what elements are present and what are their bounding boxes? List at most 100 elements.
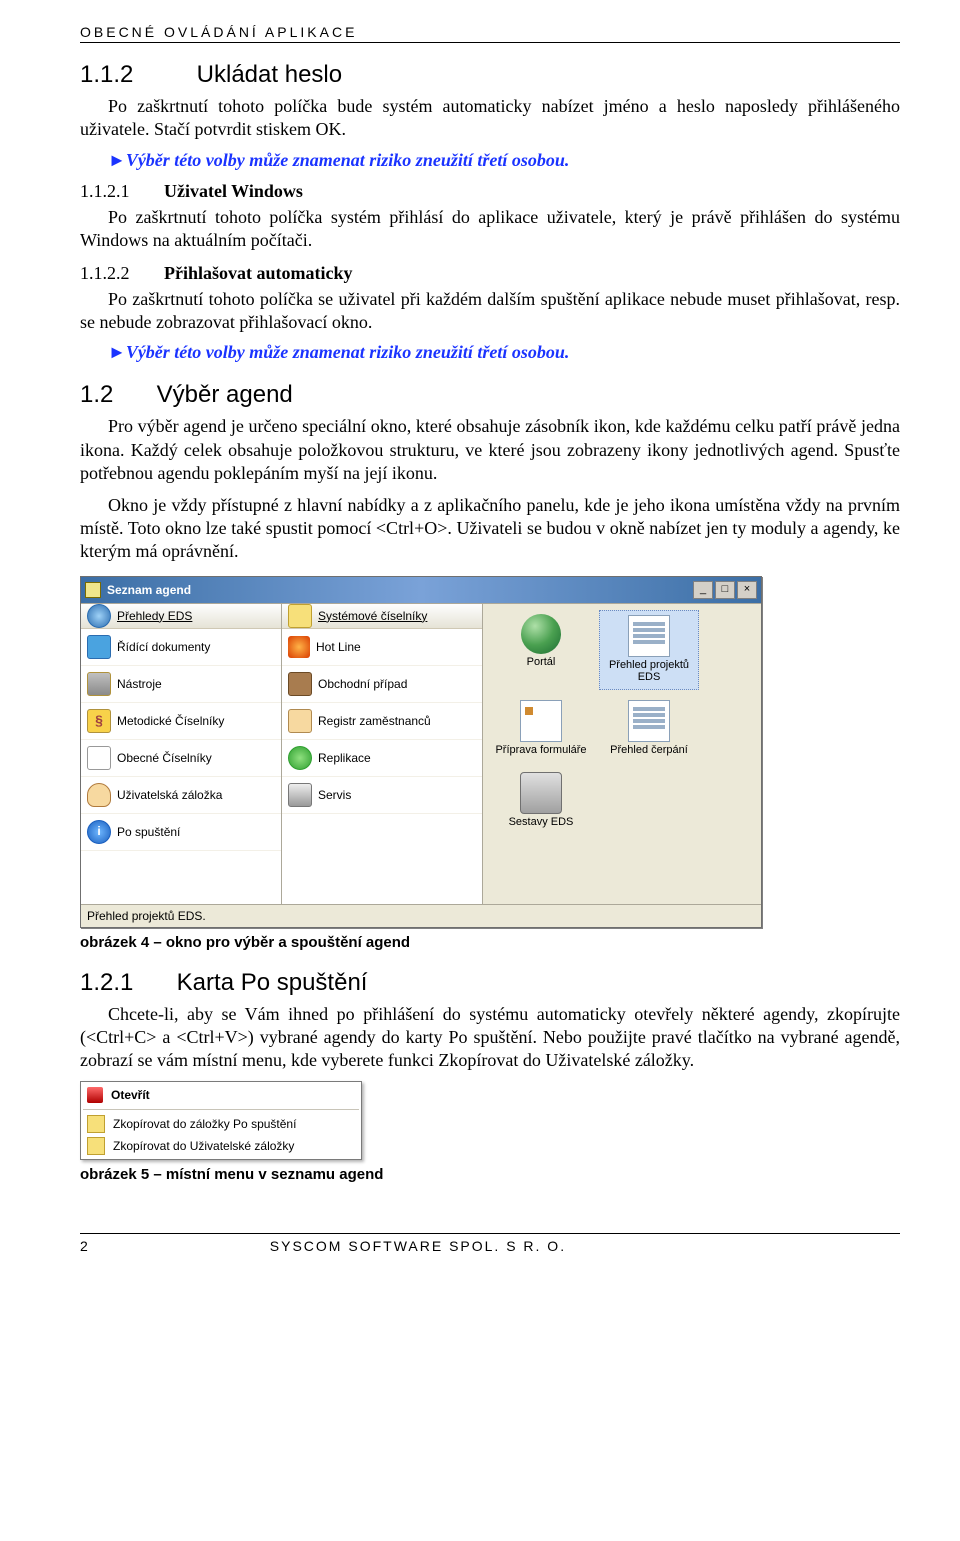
sync-icon — [288, 746, 312, 770]
menu-item-label: Zkopírovat do záložky Po spuštění — [113, 1117, 296, 1131]
heading-number: 1.1.2.2 — [80, 263, 160, 284]
figure-caption-5: obrázek 5 – místní menu v seznamu agend — [80, 1166, 900, 1183]
heading-number: 1.1.2.1 — [80, 181, 160, 202]
folder-icon — [87, 1115, 105, 1133]
wrench-icon — [288, 783, 312, 807]
people-icon — [288, 709, 312, 733]
menu-item-label: Zkopírovat do Uživatelské záložky — [113, 1139, 294, 1153]
list-item[interactable]: i Po spuštění — [81, 814, 281, 851]
figure-caption-4: obrázek 4 – okno pro výběr a spouštění a… — [80, 934, 900, 951]
app-icon — [85, 582, 101, 598]
page-footer: 2 SYSCOM SOFTWARE SPOL. S R. O. — [80, 1233, 900, 1254]
globe-icon — [521, 614, 561, 654]
warning-text: ►Výběr této volby může znamenat riziko z… — [80, 342, 900, 363]
footer-text: SYSCOM SOFTWARE SPOL. S R. O. — [270, 1238, 566, 1254]
tile-label: Sestavy EDS — [509, 816, 574, 828]
folder-icon — [288, 604, 312, 628]
heading-title: Uživatel Windows — [164, 181, 303, 201]
heading-title: Ukládat heslo — [197, 61, 342, 88]
heading-1-1-2-2: 1.1.2.2 Přihlašovat automaticky — [80, 263, 900, 284]
tile-label: Příprava formuláře — [495, 744, 586, 756]
agenda-tile-priprava-formulare[interactable]: Příprava formuláře — [491, 696, 591, 762]
paragraph: Chcete-li, aby se Vám ihned po přihlášen… — [80, 1003, 900, 1073]
list-item-label: Řídící dokumenty — [117, 640, 210, 654]
heading-number: 1.1.2 — [80, 61, 190, 89]
paragraph: Po zaškrtnutí tohoto políčka se uživatel… — [80, 288, 900, 335]
rings-icon — [87, 746, 111, 770]
paragraph: Okno je vždy přístupné z hlavní nabídky … — [80, 494, 900, 564]
heading-number: 1.2 — [80, 381, 150, 409]
list-item-label: Metodické Číselníky — [117, 714, 224, 728]
column-header[interactable]: Přehledy EDS — [81, 604, 281, 629]
agenda-tile-pane: Portál Přehled projektů EDS Příprava for… — [483, 604, 761, 904]
heading-1-1-2-1: 1.1.2.1 Uživatel Windows — [80, 181, 900, 202]
info-icon: i — [87, 820, 111, 844]
paragraph: Pro výběr agend je určeno speciální okno… — [80, 415, 900, 485]
list-item-label: Po spuštění — [117, 825, 180, 839]
globe-icon — [87, 604, 111, 628]
list-item[interactable]: Obchodní případ — [282, 666, 482, 703]
app-icon — [87, 1087, 103, 1103]
titlebar[interactable]: Seznam agend _ □ × — [81, 577, 761, 603]
list-item-label: Replikace — [318, 751, 371, 765]
list-item-label: Hot Line — [316, 640, 361, 654]
agenda-tile-prehled-cerpani[interactable]: Přehled čerpání — [599, 696, 699, 762]
menu-item-copy-uzivatelske[interactable]: Zkopírovat do Uživatelské záložky — [81, 1135, 361, 1157]
list-item-label: Registr zaměstnanců — [318, 714, 431, 728]
flame-icon — [288, 636, 310, 658]
column-modules-right: Systémové číselníky Hot Line Obchodní př… — [282, 604, 483, 904]
list-item[interactable]: Obecné Číselníky — [81, 740, 281, 777]
paragraph: Po zaškrtnutí tohoto políčka bude systém… — [80, 95, 900, 142]
menu-item-copy-po-spusteni[interactable]: Zkopírovat do záložky Po spuštění — [81, 1113, 361, 1135]
agenda-tile-sestavy[interactable]: Sestavy EDS — [491, 768, 591, 834]
heading-1-2: 1.2 Výběr agend — [80, 381, 900, 409]
sheet-icon — [628, 700, 670, 742]
list-item[interactable]: Replikace — [282, 740, 482, 777]
minimize-button[interactable]: _ — [693, 581, 713, 599]
context-menu: Otevřít Zkopírovat do záložky Po spuštěn… — [80, 1081, 362, 1160]
column-header-label: Přehledy EDS — [117, 609, 192, 623]
agenda-window: Seznam agend _ □ × Přehledy EDS Řídící d… — [80, 576, 762, 928]
list-item[interactable]: Řídící dokumenty — [81, 629, 281, 666]
list-item-label: Nástroje — [117, 677, 162, 691]
list-item[interactable]: Uživatelská záložka — [81, 777, 281, 814]
tile-label: Portál — [527, 656, 556, 668]
list-item[interactable]: Nástroje — [81, 666, 281, 703]
folder-icon — [87, 1137, 105, 1155]
column-header-label: Systémové číselníky — [318, 609, 427, 623]
book-icon — [87, 635, 111, 659]
paragraph: Po zaškrtnutí tohoto políčka systém přih… — [80, 206, 900, 253]
tile-label: Přehled čerpání — [610, 744, 688, 756]
person-icon — [87, 783, 111, 807]
briefcase-icon — [288, 672, 312, 696]
warning-text: ►Výběr této volby může znamenat riziko z… — [80, 150, 900, 171]
list-item-label: Uživatelská záložka — [117, 788, 222, 802]
window-title: Seznam agend — [107, 583, 191, 597]
heading-1-2-1: 1.2.1 Karta Po spuštění — [80, 969, 900, 997]
maximize-button[interactable]: □ — [715, 581, 735, 599]
list-item[interactable]: Servis — [282, 777, 482, 814]
list-item[interactable]: Registr zaměstnanců — [282, 703, 482, 740]
sheet-icon — [628, 615, 670, 657]
heading-number: 1.2.1 — [80, 969, 170, 997]
statusbar: Přehled projektů EDS. — [81, 904, 761, 927]
form-icon — [520, 700, 562, 742]
page-number: 2 — [80, 1238, 90, 1254]
printer-icon — [520, 772, 562, 814]
page-header: OBECNÉ OVLÁDÁNÍ APLIKACE — [80, 24, 900, 43]
paragraph-icon: § — [87, 709, 111, 733]
heading-title: Karta Po spuštění — [177, 969, 368, 996]
menu-separator — [83, 1109, 359, 1110]
list-item-label: Obchodní případ — [318, 677, 407, 691]
heading-title: Výběr agend — [157, 381, 293, 408]
menu-item-open[interactable]: Otevřít — [81, 1084, 361, 1106]
tool-icon — [87, 672, 111, 696]
list-item[interactable]: § Metodické Číselníky — [81, 703, 281, 740]
agenda-tile-prehled-projektu[interactable]: Přehled projektů EDS — [599, 610, 699, 690]
agenda-tile-portal[interactable]: Portál — [491, 610, 591, 690]
close-button[interactable]: × — [737, 581, 757, 599]
list-item[interactable]: Hot Line — [282, 629, 482, 666]
list-item-label: Servis — [318, 788, 351, 802]
column-header[interactable]: Systémové číselníky — [282, 604, 482, 629]
list-item-label: Obecné Číselníky — [117, 751, 212, 765]
